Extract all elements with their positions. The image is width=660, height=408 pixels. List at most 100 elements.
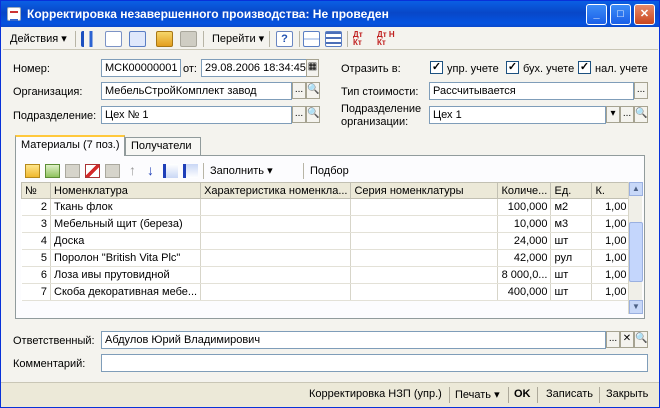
row-series[interactable] <box>350 215 499 233</box>
maximize-button[interactable]: □ <box>610 4 631 25</box>
help-icon[interactable]: ? <box>276 31 293 47</box>
row-coefficient[interactable]: 1,00 <box>591 249 631 267</box>
ok-button[interactable]: OK <box>514 388 531 400</box>
column-header-series[interactable]: Серия номенклатуры <box>350 182 499 199</box>
responsible-field[interactable]: Абдулов Юрий Владимирович <box>101 331 606 349</box>
refresh-icon[interactable] <box>105 31 122 47</box>
scroll-thumb[interactable] <box>629 222 643 282</box>
row-nomenclature[interactable]: Поролон "British Vita Plc" <box>50 249 202 267</box>
responsible-open-icon[interactable]: 🔍 <box>634 331 648 348</box>
comment-field[interactable] <box>101 354 648 372</box>
org-department-dropdown-icon[interactable]: ▾ <box>606 106 620 123</box>
org-department-select-button[interactable]: ... <box>620 106 634 123</box>
title-bar[interactable]: Корректировка незавершенного производств… <box>1 1 659 27</box>
column-header-coefficient[interactable]: К. <box>591 182 631 199</box>
row-quantity[interactable]: 100,000 <box>497 198 552 216</box>
end-edit-icon[interactable] <box>105 164 120 178</box>
table-row[interactable]: 3 Мебельный щит (береза) 10,000 м3 1,00 <box>21 215 631 233</box>
row-nomenclature[interactable]: Мебельный щит (береза) <box>50 215 202 233</box>
row-nomenclature[interactable]: Лоза ивы прутовидной <box>50 266 202 284</box>
row-series[interactable] <box>350 266 499 284</box>
reflect-tax-checkbox[interactable]: ✓ <box>578 61 591 74</box>
responsible-select-button[interactable]: ... <box>606 331 620 348</box>
column-header-nomenclature[interactable]: Номенклатура <box>49 182 202 199</box>
department-field[interactable]: Цех № 1 <box>101 106 292 124</box>
scroll-up-arrow[interactable]: ▲ <box>629 182 643 196</box>
delete-row-icon[interactable] <box>85 164 100 178</box>
row-series[interactable] <box>350 232 499 250</box>
move-up-icon[interactable]: ↑ <box>125 163 140 178</box>
add-row-icon[interactable] <box>25 164 40 178</box>
row-characteristic[interactable] <box>200 232 352 250</box>
row-nomenclature[interactable]: Скоба декоративная мебе... <box>50 283 202 301</box>
row-coefficient[interactable]: 1,00 <box>591 232 631 250</box>
row-characteristic[interactable] <box>200 249 352 267</box>
column-header-characteristic[interactable]: Характеристика номенкла... <box>200 182 352 199</box>
org-department-field[interactable]: Цех 1 <box>429 106 606 124</box>
row-quantity[interactable]: 24,000 <box>497 232 552 250</box>
save-button[interactable]: Записать <box>546 388 593 400</box>
select-button[interactable]: Подбор <box>307 162 352 180</box>
unpost-document-icon[interactable] <box>180 31 197 47</box>
row-quantity[interactable]: 8 000,0... <box>497 266 552 284</box>
post-document-icon[interactable] <box>156 31 173 47</box>
row-quantity[interactable]: 10,000 <box>497 215 552 233</box>
reflect-accounting-checkbox[interactable]: ✓ <box>506 61 519 74</box>
table-row[interactable]: 7 Скоба декоративная мебе... 400,000 шт … <box>21 283 631 301</box>
cost-type-select-button[interactable]: ... <box>634 82 648 99</box>
tab-recipients[interactable]: Получатели <box>125 137 201 155</box>
table-row[interactable]: 5 Поролон "British Vita Plc" 42,000 рул … <box>21 249 631 267</box>
fill-menu[interactable]: Заполнить ▾ <box>207 162 276 180</box>
column-header-number[interactable]: № <box>21 182 51 199</box>
sort-desc-icon[interactable] <box>183 164 198 178</box>
department-select-button[interactable]: ... <box>292 106 306 123</box>
row-coefficient[interactable]: 1,00 <box>591 283 631 301</box>
row-coefficient[interactable]: 1,00 <box>591 215 631 233</box>
responsible-clear-icon[interactable]: ✕ <box>620 331 634 348</box>
row-characteristic[interactable] <box>200 198 352 216</box>
row-series[interactable] <box>350 283 499 301</box>
row-characteristic[interactable] <box>200 283 352 301</box>
row-nomenclature[interactable]: Доска <box>50 232 202 250</box>
organization-field[interactable]: МебельСтройКомплект завод <box>101 82 292 100</box>
calendar-icon[interactable]: ▦ <box>306 59 319 77</box>
column-header-quantity[interactable]: Количе... <box>497 182 552 199</box>
close-button[interactable]: Закрыть <box>606 388 648 400</box>
row-unit[interactable]: шт <box>550 266 593 284</box>
row-quantity[interactable]: 400,000 <box>497 283 552 301</box>
row-coefficient[interactable]: 1,00 <box>591 266 631 284</box>
table-row[interactable]: 2 Ткань флок 100,000 м2 1,00 <box>21 198 631 216</box>
row-characteristic[interactable] <box>200 266 352 284</box>
row-series[interactable] <box>350 198 499 216</box>
number-field[interactable]: МСК00000001 <box>101 59 181 77</box>
scroll-down-arrow[interactable]: ▼ <box>629 300 643 314</box>
move-down-icon[interactable]: ↓ <box>143 163 158 178</box>
table-scrollbar[interactable]: ▲ ▼ <box>628 182 643 314</box>
table-row[interactable]: 4 Доска 24,000 шт 1,00 <box>21 232 631 250</box>
minimize-button[interactable]: _ <box>586 4 607 25</box>
row-unit[interactable]: шт <box>550 283 593 301</box>
reflect-management-checkbox[interactable]: ✓ <box>430 61 443 74</box>
row-series[interactable] <box>350 249 499 267</box>
dtn-kt-icon[interactable]: Дт Н Кт <box>377 31 399 47</box>
row-characteristic[interactable] <box>200 215 352 233</box>
dt-kt-icon[interactable]: Дт Кт <box>353 31 370 47</box>
edit-row-icon[interactable] <box>65 164 80 178</box>
copy-document-icon[interactable] <box>129 31 146 47</box>
department-open-icon[interactable]: 🔍 <box>306 106 320 123</box>
row-unit[interactable]: м2 <box>550 198 593 216</box>
report-button[interactable]: Корректировка НЗП (упр.) <box>309 388 442 400</box>
organization-select-button[interactable]: ... <box>292 82 306 99</box>
row-unit[interactable]: м3 <box>550 215 593 233</box>
row-nomenclature[interactable]: Ткань флок <box>50 198 202 216</box>
copy-row-icon[interactable] <box>45 164 60 178</box>
row-unit[interactable]: рул <box>550 249 593 267</box>
structure-icon[interactable] <box>303 31 320 47</box>
print-menu[interactable]: Печать ▾ <box>455 388 500 401</box>
org-department-open-icon[interactable]: 🔍 <box>634 106 648 123</box>
sort-asc-icon[interactable] <box>163 164 178 178</box>
row-quantity[interactable]: 42,000 <box>497 249 552 267</box>
list-icon[interactable] <box>325 31 342 47</box>
organization-open-icon[interactable]: 🔍 <box>306 82 320 99</box>
cost-type-field[interactable]: Рассчитывается <box>429 82 634 100</box>
